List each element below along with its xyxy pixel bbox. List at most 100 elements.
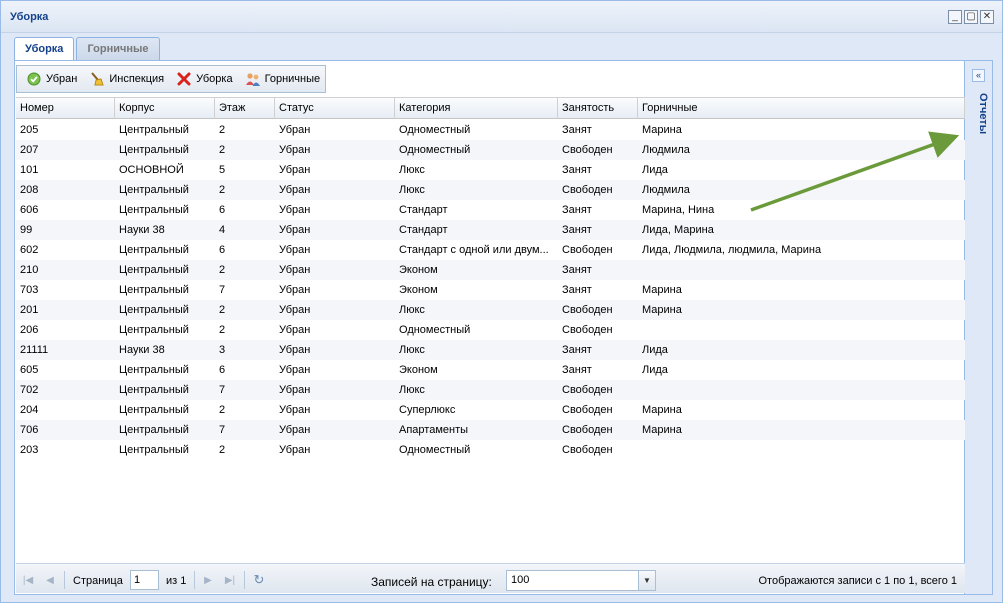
table-row[interactable]: 207 Центральный 2 Убран Одноместный Своб… [16,140,965,160]
cell-number: 206 [20,324,39,336]
red-x-icon [176,71,192,87]
cell-number: 706 [20,424,39,436]
table-row[interactable]: 605 Центральный 6 Убран Эконом Занят Лид… [16,360,965,380]
column-header-building[interactable]: Корпус [115,98,215,119]
cell-category: Одноместный [399,144,471,156]
cell-occupancy: Занят [562,284,592,296]
cell-floor: 2 [219,144,226,156]
column-header-floor[interactable]: Этаж [215,98,275,119]
cell-number: 21111 [20,344,49,356]
cell-number: 204 [20,404,39,416]
cleaning-button[interactable]: Уборка [171,68,237,90]
grid-body: 205 Центральный 2 Убран Одноместный Заня… [16,120,965,460]
cell-occupancy: Свободен [562,444,613,456]
cell-status: Убран [279,244,311,256]
table-row[interactable]: 210 Центральный 2 Убран Эконом Занят [16,260,965,280]
cleaning-button-label: Уборка [196,73,233,85]
cell-floor: 2 [219,324,226,336]
column-header-status[interactable]: Статус [275,98,395,119]
cell-maids: Лида, Марина [642,224,714,236]
page-label: Страница [73,575,123,587]
maximize-icon[interactable]: ▢ [964,10,978,24]
cell-category: Одноместный [399,444,471,456]
cell-number: 605 [20,364,39,376]
table-row[interactable]: 602 Центральный 6 Убран Стандарт с одной… [16,240,965,260]
cell-building: Центральный [119,444,189,456]
table-row[interactable]: 606 Центральный 6 Убран Стандарт Занят М… [16,200,965,220]
cell-floor: 2 [219,304,226,316]
cell-maids: Людмила [642,184,690,196]
cell-building: Науки 38 [119,344,165,356]
inspection-button-label: Инспекция [109,73,165,85]
cell-occupancy: Занят [562,164,592,176]
inspection-button[interactable]: Инспекция [84,68,169,90]
reports-panel-title[interactable]: Отчеты [969,93,989,134]
window-titlebar[interactable]: Уборка _ ▢ ✕ [1,1,1002,33]
cell-building: Центральный [119,184,189,196]
cell-number: 205 [20,124,39,136]
table-row[interactable]: 702 Центральный 7 Убран Люкс Свободен [16,380,965,400]
table-row[interactable]: 101 ОСНОВНОЙ 5 Убран Люкс Занят Лида [16,160,965,180]
table-row[interactable]: 205 Центральный 2 Убран Одноместный Заня… [16,120,965,140]
cell-status: Убран [279,264,311,276]
cell-category: Эконом [399,364,438,376]
cell-category: Люкс [399,164,425,176]
table-row[interactable]: 201 Центральный 2 Убран Люкс Свободен Ма… [16,300,965,320]
table-row[interactable]: 21111 Науки 38 3 Убран Люкс Занят Лида [16,340,965,360]
cell-building: Науки 38 [119,224,165,236]
cell-building: Центральный [119,144,189,156]
cleaned-button[interactable]: Убран [21,68,82,90]
prev-page-icon[interactable]: ◀ [42,572,58,588]
cell-occupancy: Свободен [562,184,613,196]
cell-category: Люкс [399,304,425,316]
minimize-icon[interactable]: _ [948,10,962,24]
table-row[interactable]: 206 Центральный 2 Убран Одноместный Своб… [16,320,965,340]
last-page-icon[interactable]: ▶| [222,572,238,588]
cell-maids: Марина [642,424,682,436]
column-header-occupancy[interactable]: Занятость [558,98,638,119]
cell-maids: Марина [642,284,682,296]
table-row[interactable]: 208 Центральный 2 Убран Люкс Свободен Лю… [16,180,965,200]
close-icon[interactable]: ✕ [980,10,994,24]
cell-building: Центральный [119,284,189,296]
table-row[interactable]: 99 Науки 38 4 Убран Стандарт Занят Лида,… [16,220,965,240]
table-row[interactable]: 204 Центральный 2 Убран Суперлюкс Свобод… [16,400,965,420]
expand-icon[interactable]: « [972,69,985,82]
tab-maids[interactable]: Горничные [76,37,160,61]
per-page-select[interactable]: 100 ▼ [506,570,656,591]
cell-status: Убран [279,364,311,376]
next-page-icon[interactable]: ▶ [200,572,216,588]
cell-category: Суперлюкс [399,404,456,416]
cell-building: Центральный [119,384,189,396]
cell-number: 101 [20,164,39,176]
cell-status: Убран [279,444,311,456]
cell-category: Люкс [399,344,425,356]
cell-building: Центральный [119,304,189,316]
cell-number: 201 [20,304,39,316]
cell-status: Убран [279,304,311,316]
page-number-input[interactable] [130,570,159,590]
cell-status: Убран [279,204,311,216]
cell-number: 208 [20,184,39,196]
table-row[interactable]: 703 Центральный 7 Убран Эконом Занят Мар… [16,280,965,300]
refresh-icon[interactable]: ↻ [251,572,267,588]
column-header-number[interactable]: Номер [16,98,115,119]
table-row[interactable]: 706 Центральный 7 Убран Апартаменты Своб… [16,420,965,440]
cell-floor: 4 [219,224,226,236]
cell-status: Убран [279,224,311,236]
cell-maids [638,260,965,280]
cell-number: 602 [20,244,39,256]
cell-floor: 5 [219,164,226,176]
chevron-down-icon[interactable]: ▼ [638,571,655,590]
column-header-category[interactable]: Категория [395,98,558,119]
maids-button[interactable]: Горничные [240,68,326,90]
cell-category: Эконом [399,284,438,296]
column-header-maids[interactable]: Горничные [638,98,965,119]
first-page-icon[interactable]: |◀ [20,572,36,588]
table-row[interactable]: 203 Центральный 2 Убран Одноместный Своб… [16,440,965,460]
cell-category: Одноместный [399,124,471,136]
cell-status: Убран [279,284,311,296]
tab-cleaning[interactable]: Уборка [14,37,75,62]
cell-maids [638,440,965,460]
cell-occupancy: Свободен [562,304,613,316]
